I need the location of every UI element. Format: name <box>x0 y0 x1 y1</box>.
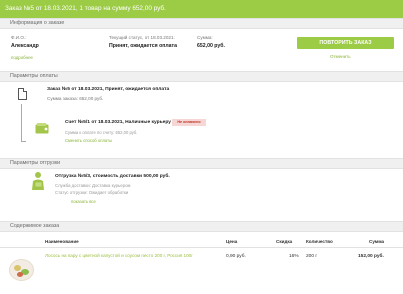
shipment-service: Служба доставки: Доставка курьером <box>55 183 131 188</box>
sum-value: 652,00 руб. <box>197 43 225 49</box>
invoice-sum: Сумма к оплате по счету: 652,00 руб. <box>65 130 138 135</box>
product-qty: 200 г <box>306 254 318 259</box>
shipment-title: Отгрузка №5/3, стоимость доставки 500,00… <box>55 174 170 179</box>
table-header: Наименование Цена Скидка Количество Сумм… <box>0 235 403 248</box>
wallet-icon <box>35 123 49 134</box>
change-payment-link[interactable]: Сменить способ оплаты <box>65 138 112 143</box>
product-price: 0,90 руб. <box>226 254 246 259</box>
courier-icon <box>32 172 44 190</box>
status-value: Принят, ожидается оплата <box>109 43 177 49</box>
col-sum: Сумма <box>369 239 385 244</box>
section-payment: Параметры оплаты <box>0 71 403 82</box>
fio-label: Ф.И.О.: <box>11 35 27 40</box>
product-discount: 16% <box>289 254 299 259</box>
status-label: Текущий статус, от 18.03.2021: <box>109 35 175 40</box>
col-qty: Количество <box>306 239 333 244</box>
col-name: Наименование <box>45 239 79 244</box>
section-contents: Содержимое заказа <box>0 221 403 232</box>
payment-status-badge: Не оплачено <box>172 119 206 126</box>
order-header: Заказ №5 от 18.03.2021, 1 товар на сумму… <box>0 0 403 18</box>
shipment-status: Статус отгрузки: Ожидает обработки <box>55 190 129 195</box>
section-order-info: Информация о заказе <box>0 18 403 29</box>
col-price: Цена <box>226 239 238 244</box>
cancel-order-link[interactable]: Отменить <box>330 54 351 59</box>
details-link[interactable]: подробнее <box>11 55 33 60</box>
payment-order-sum: Сумма заказа: 652,00 руб. <box>47 96 104 101</box>
section-shipment: Параметры отгрузки <box>0 158 403 169</box>
col-discount: Скидка <box>276 239 293 244</box>
product-sum: 152,00 руб. <box>358 254 384 259</box>
payment-order-title: Заказ №5 от 18.03.2021, Принят, ожидаетс… <box>47 87 170 92</box>
sum-label: Сумма: <box>197 35 213 40</box>
product-thumbnail <box>9 259 34 281</box>
product-name-link[interactable]: Лосось на пару с цветной капустой и соус… <box>45 253 195 259</box>
invoice-title: Счет №5/1 от 18.03.2021, Наличные курьер… <box>65 120 172 125</box>
tree-line <box>21 104 22 142</box>
fio-value: Александр <box>11 43 39 49</box>
tree-branch <box>21 141 26 142</box>
show-all-link[interactable]: показать все <box>71 199 96 204</box>
repeat-order-button[interactable]: ПОВТОРИТЬ ЗАКАЗ <box>297 37 394 49</box>
document-icon <box>18 88 27 100</box>
